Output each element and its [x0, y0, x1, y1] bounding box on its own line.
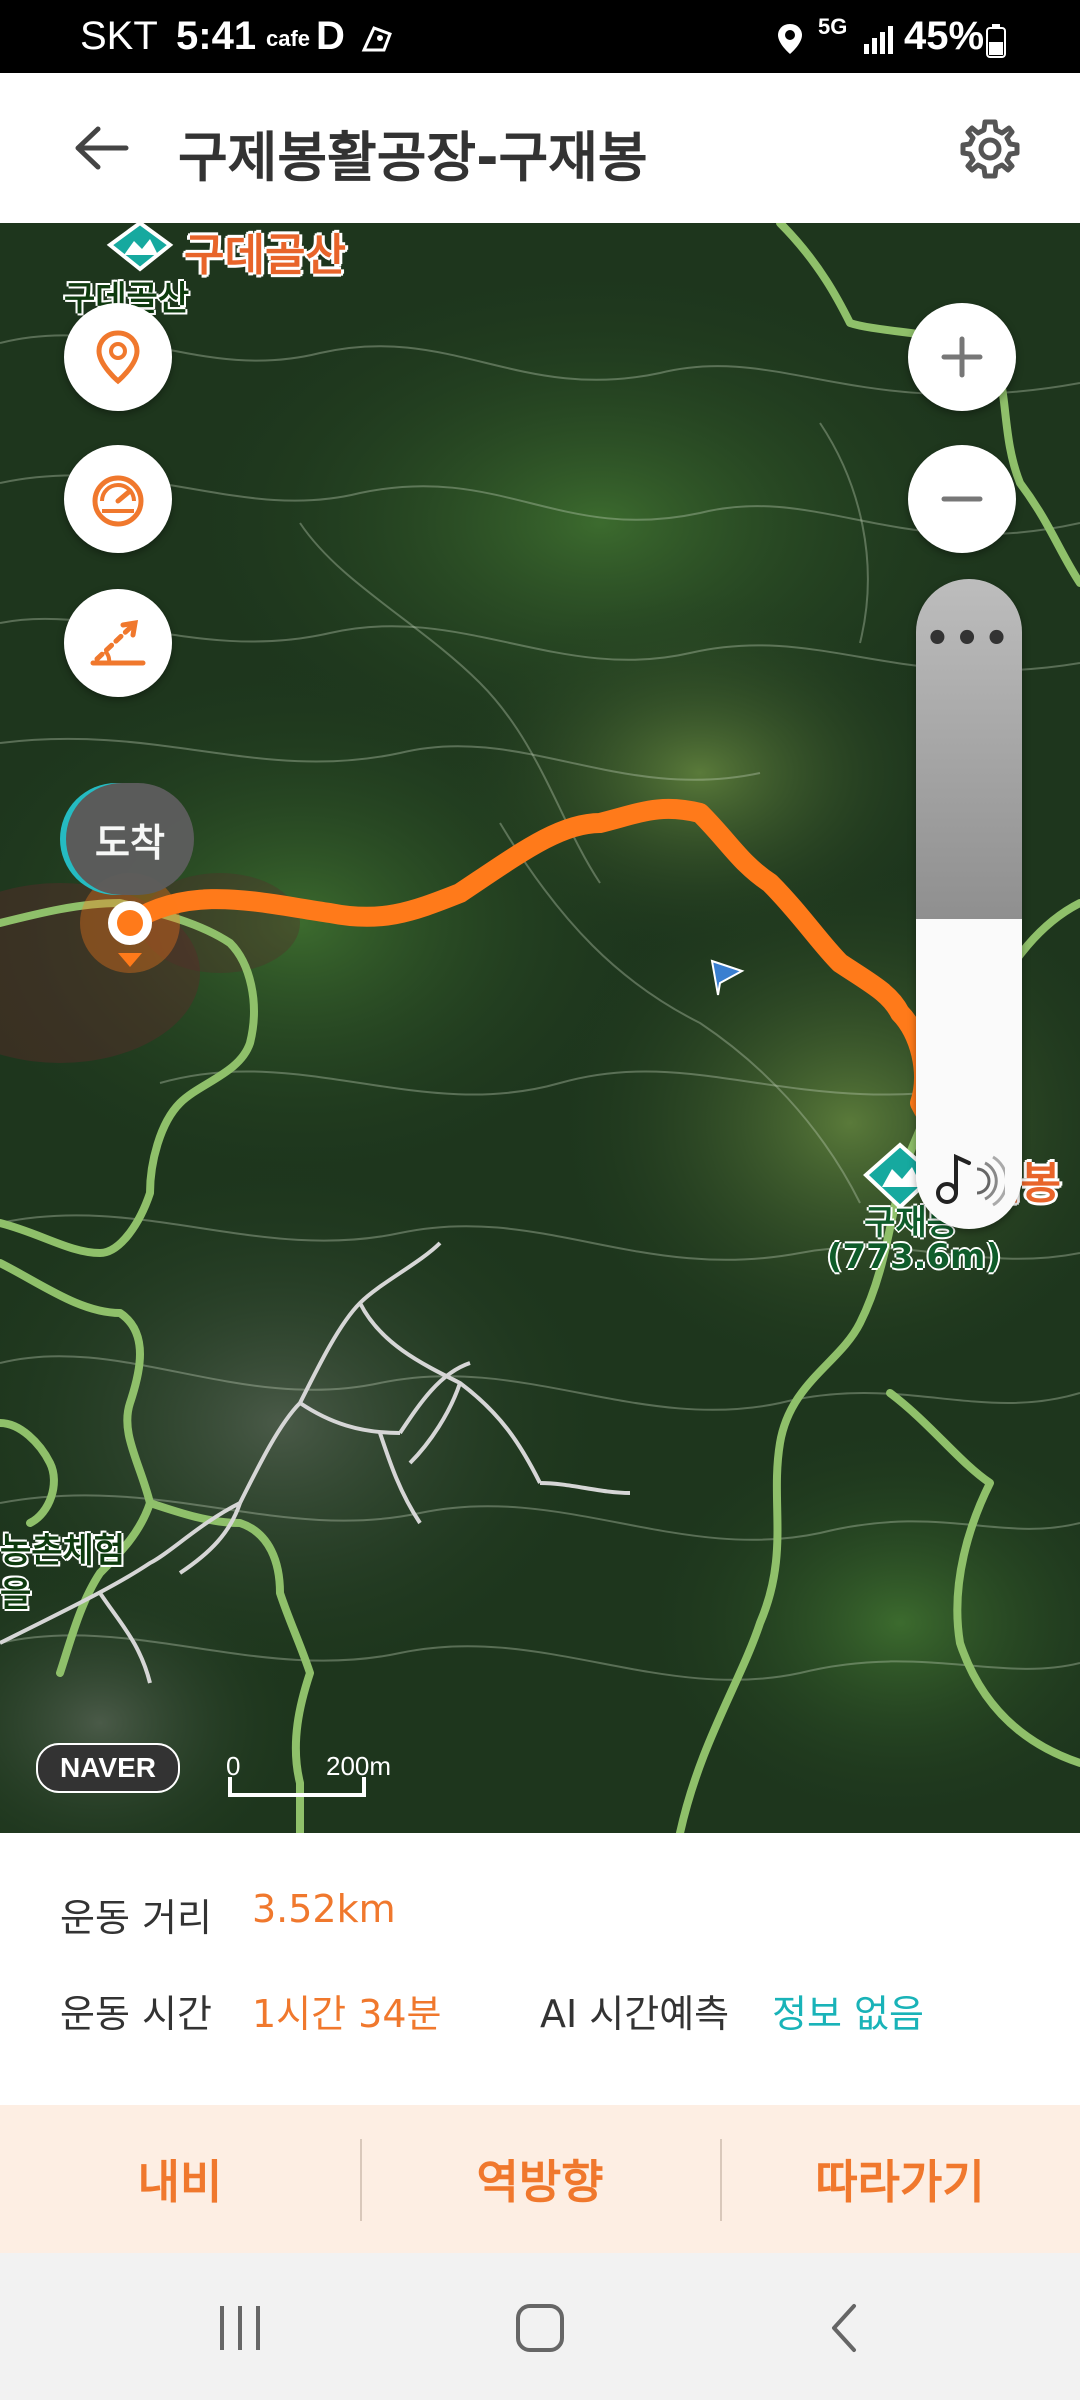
navi-button[interactable]: 내비 [0, 2105, 360, 2253]
gear-icon [960, 119, 1020, 179]
recent-apps-button[interactable] [180, 2273, 300, 2383]
follow-button[interactable]: 따라가기 [720, 2105, 1080, 2253]
ai-prediction-value: 정보 없음 [772, 1992, 924, 2036]
d-app-icon: D [316, 14, 345, 58]
back-nav-button[interactable] [786, 2273, 906, 2383]
side-control-panel[interactable]: ••• [916, 579, 1022, 1229]
slope-button[interactable] [64, 589, 172, 697]
recent-apps-icon [220, 2306, 260, 2350]
chevron-left-icon [832, 2304, 856, 2352]
plus-icon [941, 336, 983, 378]
sound-button[interactable] [924, 1139, 1014, 1219]
reverse-direction-button[interactable]: 역방향 [360, 2105, 720, 2253]
minus-icon [941, 496, 983, 502]
carrier-label: SKT [80, 14, 158, 58]
location-pin-icon [96, 330, 140, 385]
scale-zero-label: 0 [226, 1751, 241, 1781]
home-icon [516, 2304, 564, 2352]
village-label-line2: 을 [0, 1575, 32, 1615]
battery-icon [986, 24, 1006, 62]
back-arrow-icon [75, 126, 129, 170]
cafe-app-icon: cafe [266, 26, 311, 51]
my-location-button[interactable] [64, 303, 172, 411]
more-options-button[interactable]: ••• [916, 609, 1022, 669]
zoom-in-button[interactable] [908, 303, 1016, 411]
location-status-icon [776, 22, 804, 60]
arrival-marker-bubble[interactable]: 도착 [66, 783, 194, 895]
action-bar: 내비 역방향 따라가기 [0, 2105, 1080, 2253]
app-header: 구제봉활공장-구재봉 [0, 73, 1080, 224]
slope-icon [90, 619, 146, 666]
network-type-icon: 5G [818, 14, 848, 39]
map-view[interactable]: 구데골산 구데골산 재봉 구재봉 (773.6m) 농촌체험 을 도착 ••• [0, 223, 1080, 1833]
battery-percent: 45% [904, 14, 985, 58]
distance-label: 운동 거리 [60, 1896, 212, 1940]
back-button[interactable] [60, 113, 140, 183]
home-button[interactable] [480, 2273, 600, 2383]
time-value: 1시간 34분 [252, 1992, 442, 2036]
shoe-icon [360, 22, 396, 58]
time-label: 운동 시간 [60, 1992, 212, 2036]
distance-value: 3.52km [252, 1887, 396, 1931]
speedometer-icon [92, 475, 144, 527]
system-navigation-bar [0, 2253, 1080, 2400]
village-label-line1: 농촌체험 [0, 1531, 126, 1571]
settings-button[interactable] [952, 111, 1028, 187]
naver-logo: NAVER [36, 1743, 180, 1793]
page-title: 구제봉활공장-구재봉 [178, 126, 648, 189]
summit-elevation: (773.6m) [826, 1237, 1002, 1277]
status-bar: SKT 5:41 cafe D 5G 45% [0, 0, 1080, 73]
peak-top-name: 구데골산 [184, 230, 346, 281]
zoom-out-button[interactable] [908, 445, 1016, 553]
ai-prediction-label: AI 시간예측 [540, 1992, 730, 2036]
scale-distance-label: 200m [326, 1751, 392, 1781]
signal-icon [862, 24, 896, 58]
music-note-icon [936, 1153, 1005, 1207]
exercise-info-card: 운동 거리 3.52km 운동 시간 1시간 34분 AI 시간예측 정보 없음 [0, 1833, 1080, 2105]
clock: 5:41 [176, 14, 257, 58]
speed-button[interactable] [64, 445, 172, 553]
